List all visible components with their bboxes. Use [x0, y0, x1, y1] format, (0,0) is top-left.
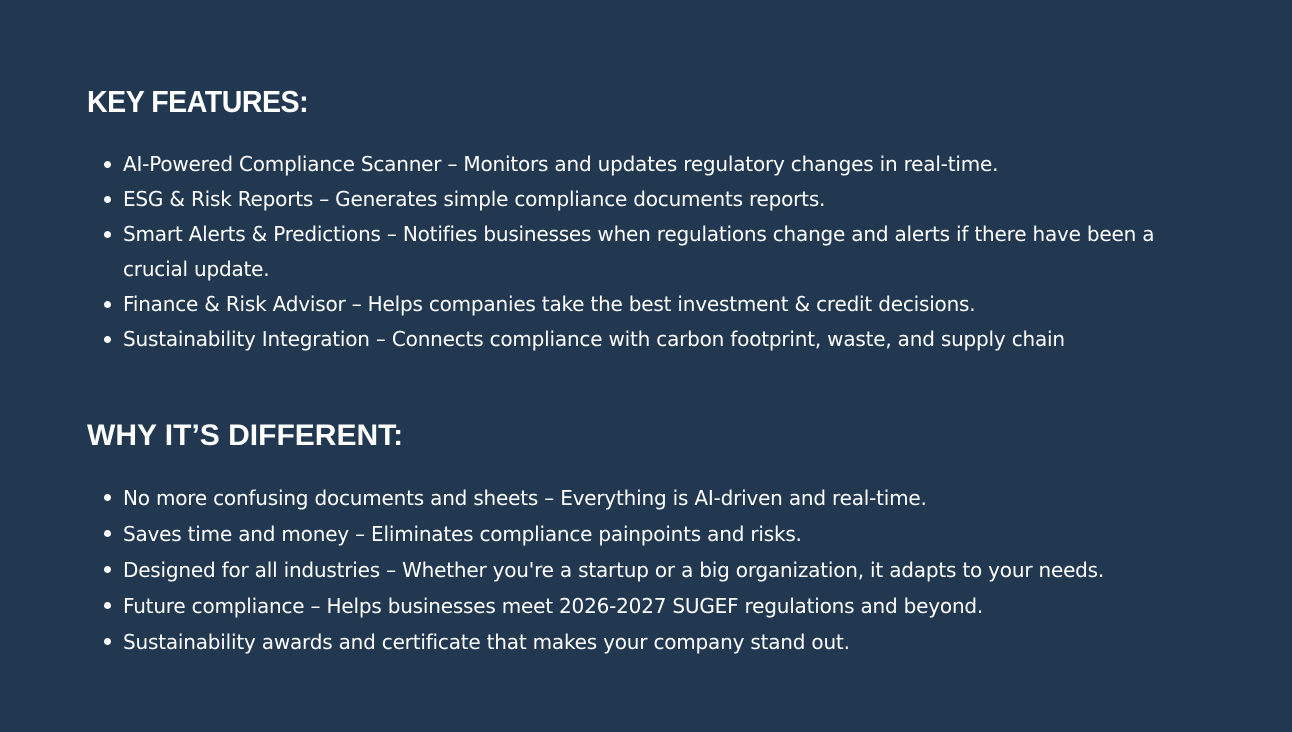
key-feature-text: Sustainability Integration – Connects co…	[123, 327, 1065, 351]
why-different-text: Sustainability awards and certificate th…	[123, 630, 850, 654]
why-different-text: Future compliance – Helps businesses mee…	[123, 594, 984, 618]
key-features-list: AI-Powered Compliance Scanner – Monitors…	[104, 147, 1203, 357]
key-feature-text: ESG & Risk Reports – Generates simple co…	[123, 187, 826, 211]
why-different-item: No more confusing documents and sheets –…	[104, 480, 1203, 516]
why-different-text: Designed for all industries – Whether yo…	[123, 558, 1105, 582]
why-different-item: Sustainability awards and certificate th…	[104, 624, 1203, 660]
key-feature-text: Finance & Risk Advisor – Helps companies…	[123, 292, 976, 316]
key-feature-item: Finance & Risk Advisor – Helps companies…	[104, 287, 1203, 322]
why-different-heading: WHY IT’S DIFFERENT:	[87, 419, 404, 452]
key-feature-item: ESG & Risk Reports – Generates simple co…	[104, 182, 1203, 217]
why-different-item: Future compliance – Helps businesses mee…	[104, 588, 1203, 624]
key-feature-item: Sustainability Integration – Connects co…	[104, 322, 1203, 357]
why-different-text: No more confusing documents and sheets –…	[123, 486, 927, 510]
why-different-text: Saves time and money – Eliminates compli…	[123, 522, 802, 546]
key-feature-item: AI-Powered Compliance Scanner – Monitors…	[104, 147, 1203, 182]
key-feature-text: AI-Powered Compliance Scanner – Monitors…	[123, 152, 999, 176]
key-feature-item: Smart Alerts & Predictions – Notifies bu…	[104, 217, 1203, 287]
key-feature-text: Smart Alerts & Predictions – Notifies bu…	[123, 222, 1155, 281]
key-features-heading: KEY FEATURES:	[87, 84, 309, 119]
slide: KEY FEATURES: AI-Powered Compliance Scan…	[0, 0, 1292, 732]
why-different-item: Saves time and money – Eliminates compli…	[104, 516, 1203, 552]
why-different-item: Designed for all industries – Whether yo…	[104, 552, 1203, 588]
why-different-list: No more confusing documents and sheets –…	[104, 480, 1203, 660]
